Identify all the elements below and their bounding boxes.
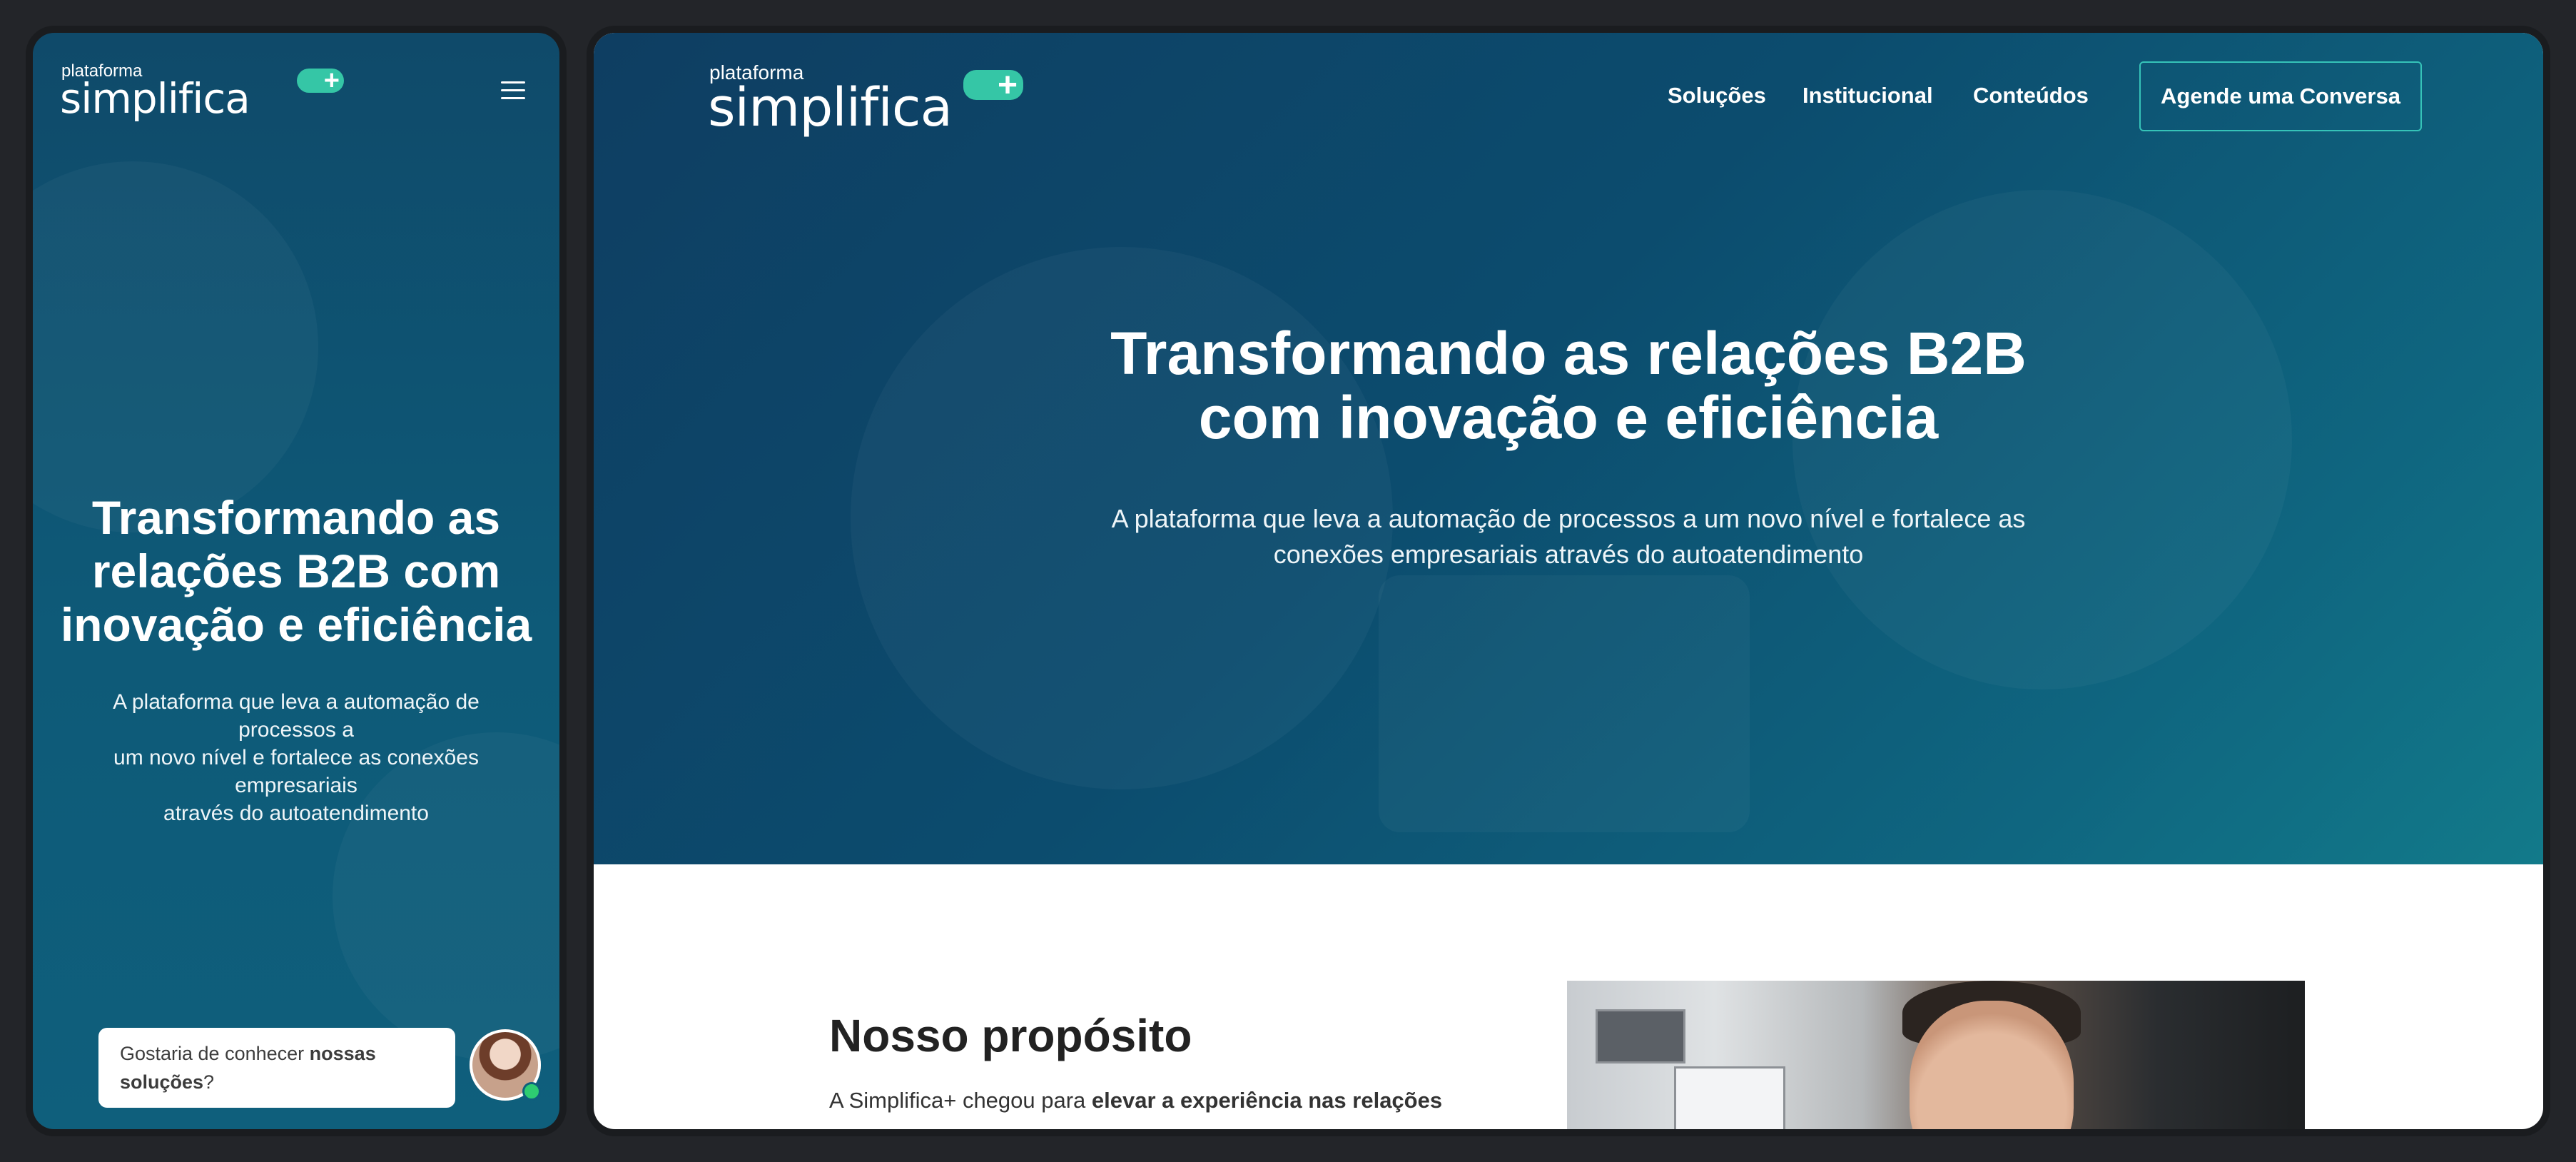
desktop-logo[interactable]: plataforma simplifica + bbox=[708, 61, 1036, 147]
mobile-hero-title: Transformando as relações B2B com inovaç… bbox=[60, 491, 532, 651]
online-status-dot bbox=[522, 1082, 541, 1101]
mobile-logo[interactable]: plataforma simplifica + bbox=[60, 61, 344, 133]
logo-wordmark: simplifica bbox=[60, 74, 250, 123]
nav-institucional[interactable]: Institucional bbox=[1802, 83, 1933, 108]
schedule-conversation-button[interactable]: Agende uma Conversa bbox=[2139, 61, 2422, 131]
hero-subtitle: A plataforma que leva a automação de pro… bbox=[1111, 504, 2026, 569]
hero-title: Transformando as relações B2B com inovaç… bbox=[1110, 320, 2027, 451]
hero-section: plataforma simplifica + Soluções Institu… bbox=[594, 33, 2543, 864]
purpose-heading: Nosso propósito bbox=[829, 1010, 1192, 1061]
nav-solucoes[interactable]: Soluções bbox=[1668, 83, 1766, 108]
nav-conteudos[interactable]: Conteúdos bbox=[1973, 83, 2089, 108]
purpose-text: A Simplifica+ chegou para elevar a exper… bbox=[829, 1088, 1443, 1113]
plus-icon: + bbox=[297, 66, 344, 96]
logo-wordmark: simplifica bbox=[708, 77, 953, 138]
plus-icon: + bbox=[963, 66, 1023, 104]
chat-prompt-bubble[interactable]: Gostaria de conhecer nossas soluções? bbox=[98, 1028, 455, 1108]
mobile-hero-subtitle: A plataforma que leva a automação de pro… bbox=[113, 690, 480, 825]
hamburger-menu-icon[interactable] bbox=[501, 80, 525, 101]
desktop-viewport: plataforma simplifica + Soluções Institu… bbox=[594, 33, 2543, 1129]
mobile-viewport: plataforma simplifica + Transformando as… bbox=[33, 33, 559, 1129]
team-photo bbox=[1567, 981, 2305, 1129]
